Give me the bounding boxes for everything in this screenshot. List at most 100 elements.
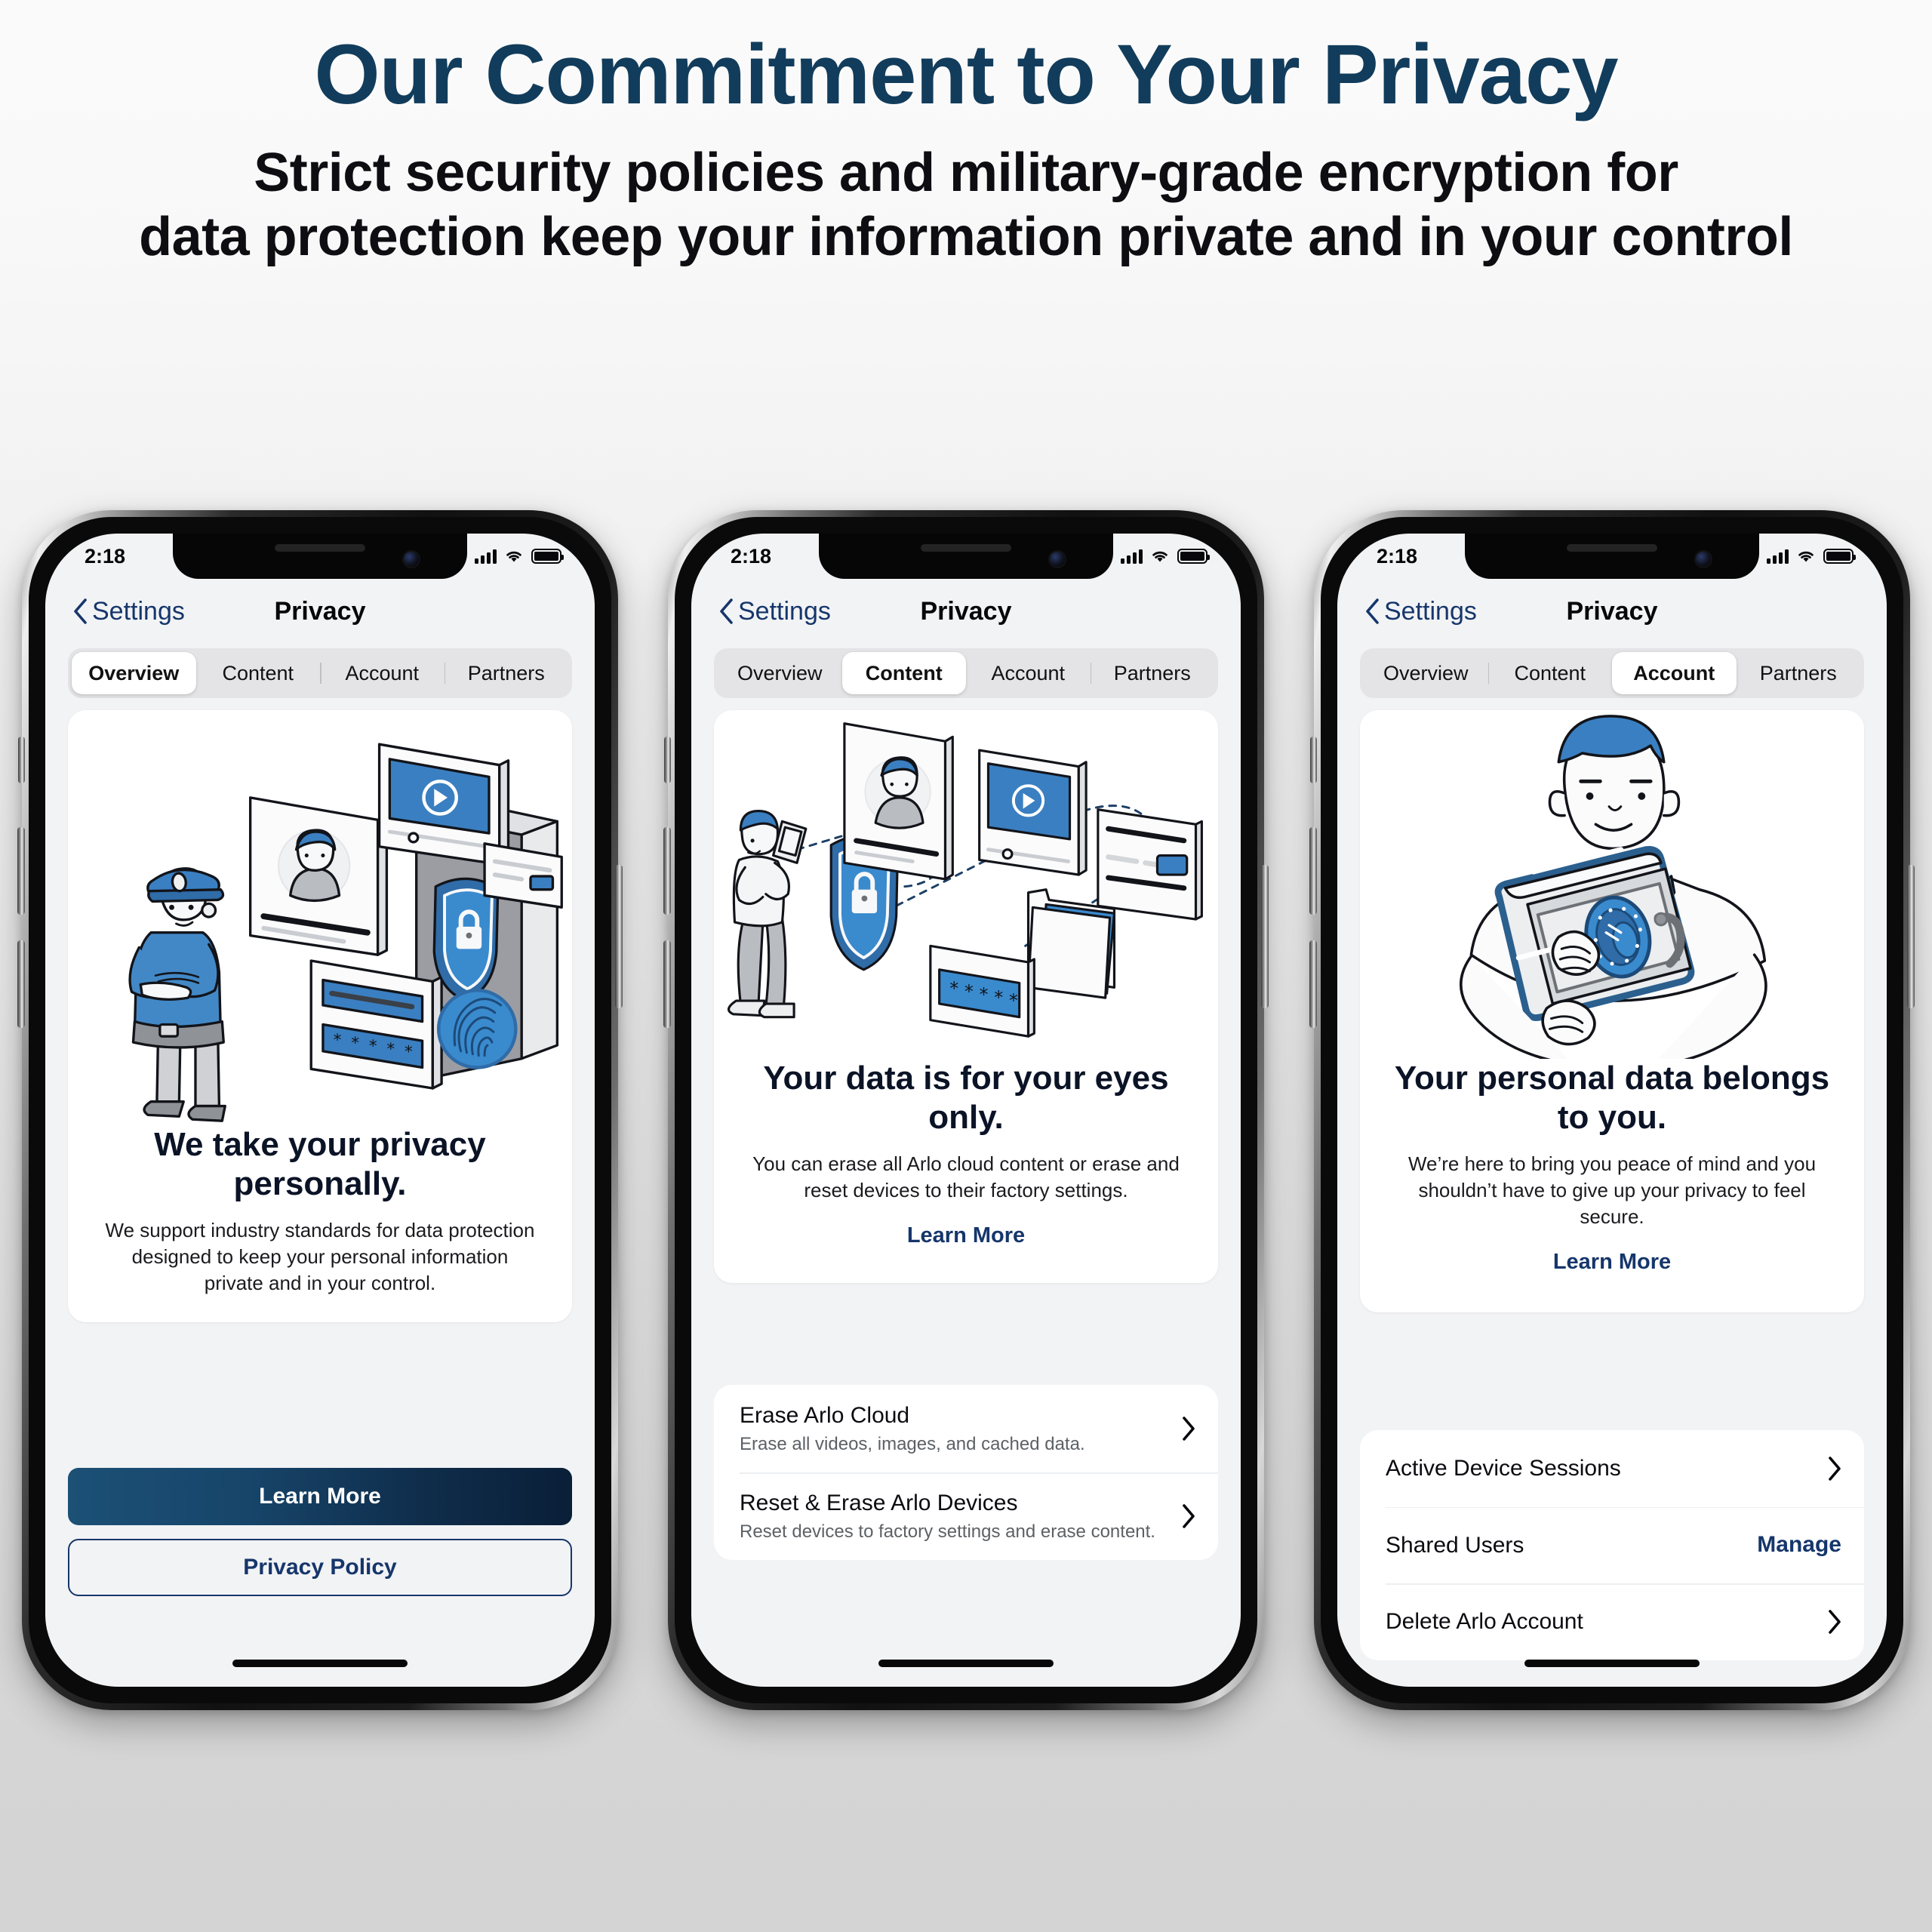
hero-card: * * * * * Your data is for your eyes only. …: [714, 710, 1218, 1283]
tab-content[interactable]: Content: [841, 652, 966, 694]
svg-text:*: *: [405, 1043, 413, 1062]
battery-icon: [1823, 549, 1856, 564]
tab-content[interactable]: Content: [1487, 652, 1613, 694]
hero-heading: Your personal data belongs to you.: [1394, 1059, 1830, 1136]
back-to-settings-button[interactable]: Settings: [72, 597, 185, 626]
hero-body: We support industry standards for data p…: [105, 1218, 535, 1295]
tab-overview[interactable]: Overview: [718, 652, 842, 694]
hero-body: You can erase all Arlo cloud content or …: [752, 1152, 1180, 1201]
volume-down-button[interactable]: [1309, 940, 1317, 1028]
back-label: Settings: [92, 596, 185, 626]
home-indicator[interactable]: [232, 1660, 408, 1667]
list-item-subtitle: Reset devices to factory settings and er…: [740, 1521, 1155, 1542]
list-item-reset-erase-arlo-devices[interactable]: Reset & Erase Arlo Devices Reset devices…: [714, 1472, 1218, 1560]
cellular-signal-icon: [1121, 549, 1143, 564]
person-hugging-safe-illustration: [1460, 715, 1767, 1059]
status-icons: [1767, 549, 1856, 564]
navigation-bar: Settings Privacy: [691, 579, 1241, 644]
volume-down-button[interactable]: [663, 940, 671, 1028]
svg-text:*: *: [386, 1040, 395, 1059]
front-camera-icon: [404, 552, 419, 567]
status-icons: [475, 549, 564, 564]
svg-text:*: *: [351, 1034, 359, 1053]
tab-partners[interactable]: Partners: [1737, 652, 1861, 694]
earpiece-speaker-icon: [1567, 544, 1657, 552]
svg-text:*: *: [949, 978, 958, 999]
learn-more-button[interactable]: Learn More: [68, 1468, 572, 1525]
segmented-control-wrap: Overview Content Account Partners: [714, 648, 1218, 698]
volume-up-button[interactable]: [1309, 827, 1317, 915]
hero-card: * * * * * We take your privacy personall…: [68, 710, 572, 1323]
page-subtitle-line-2: data protection keep your information pr…: [139, 207, 1793, 268]
status-time: 2:18: [85, 544, 126, 568]
chevron-right-icon: [1829, 1456, 1841, 1481]
front-camera-icon: [1696, 552, 1711, 567]
list-item-erase-arlo-cloud[interactable]: Erase Arlo Cloud Erase all videos, image…: [714, 1385, 1218, 1472]
chevron-left-icon: [1366, 598, 1379, 624]
back-to-settings-button[interactable]: Settings: [1364, 597, 1477, 626]
volume-down-button[interactable]: [17, 940, 25, 1028]
front-camera-icon: [1050, 552, 1065, 567]
silence-switch[interactable]: [18, 737, 25, 783]
battery-icon: [531, 549, 564, 564]
volume-up-button[interactable]: [17, 827, 25, 915]
silence-switch[interactable]: [1310, 737, 1317, 783]
phone-mockup-overview: 2:18 Settings Privacy Overview Content A…: [17, 510, 623, 1710]
tab-partners[interactable]: Partners: [1090, 652, 1215, 694]
list-item-title: Active Device Sessions: [1386, 1456, 1621, 1481]
battery-icon: [1177, 549, 1210, 564]
cellular-signal-icon: [475, 549, 497, 564]
svg-text:*: *: [994, 987, 1003, 1008]
status-icons: [1121, 549, 1210, 564]
svg-text:*: *: [369, 1037, 377, 1056]
notch: [1465, 534, 1759, 579]
hero-body: We’re here to bring you peace of mind an…: [1407, 1152, 1817, 1228]
phone-bezel: 2:18 Settings Privacy Overview Content A…: [29, 517, 611, 1703]
privacy-policy-button[interactable]: Privacy Policy: [68, 1539, 572, 1596]
list-item-title: Delete Arlo Account: [1386, 1609, 1583, 1634]
list-item-title: Reset & Erase Arlo Devices: [740, 1491, 1018, 1516]
page-title: Our Commitment to Your Privacy: [314, 27, 1618, 122]
svg-text:*: *: [964, 981, 974, 1002]
segmented-control[interactable]: Overview Content Account Partners: [714, 648, 1218, 698]
chevron-right-icon: [1829, 1609, 1841, 1634]
phone-mockup-row: 2:18 Settings Privacy Overview Content A…: [0, 510, 1932, 1710]
back-label: Settings: [1384, 596, 1477, 626]
hero-card: Your personal data belongs to you. We’re…: [1360, 710, 1864, 1312]
action-buttons: Learn More Privacy Policy: [68, 1468, 572, 1596]
navigation-bar: Settings Privacy: [1337, 579, 1887, 644]
svg-text:*: *: [1009, 990, 1018, 1011]
segmented-control[interactable]: Overview Content Account Partners: [68, 648, 572, 698]
hero-heading: We take your privacy personally.: [154, 1126, 486, 1203]
tab-overview[interactable]: Overview: [72, 652, 196, 694]
list-item-shared-users[interactable]: Shared Users Manage: [1360, 1506, 1864, 1584]
tab-overview[interactable]: Overview: [1364, 652, 1488, 694]
power-button[interactable]: [615, 865, 623, 1008]
tab-account[interactable]: Account: [320, 652, 445, 694]
list-item-active-device-sessions[interactable]: Active Device Sessions: [1360, 1430, 1864, 1507]
wifi-icon: [1796, 549, 1816, 564]
svg-text:*: *: [334, 1031, 342, 1050]
back-to-settings-button[interactable]: Settings: [718, 597, 831, 626]
wifi-icon: [1150, 549, 1170, 564]
chevron-right-icon: [1183, 1504, 1195, 1529]
tab-partners[interactable]: Partners: [444, 652, 569, 694]
learn-more-link[interactable]: Learn More: [1360, 1250, 1864, 1275]
earpiece-speaker-icon: [275, 544, 365, 552]
learn-more-link[interactable]: Learn More: [714, 1223, 1218, 1248]
segmented-control-wrap: Overview Content Account Partners: [68, 648, 572, 698]
home-indicator[interactable]: [878, 1660, 1054, 1667]
tab-account[interactable]: Account: [1612, 652, 1737, 694]
notch: [173, 534, 467, 579]
tab-content[interactable]: Content: [196, 652, 321, 694]
volume-up-button[interactable]: [663, 827, 671, 915]
manage-shared-users-button[interactable]: Manage: [1757, 1532, 1841, 1558]
list-item-delete-arlo-account[interactable]: Delete Arlo Account: [1360, 1583, 1864, 1660]
home-indicator[interactable]: [1524, 1660, 1700, 1667]
account-actions-list: Active Device Sessions Shared Users Mana…: [1360, 1430, 1864, 1660]
power-button[interactable]: [1907, 865, 1915, 1008]
tab-account[interactable]: Account: [966, 652, 1091, 694]
power-button[interactable]: [1261, 865, 1269, 1008]
segmented-control[interactable]: Overview Content Account Partners: [1360, 648, 1864, 698]
silence-switch[interactable]: [664, 737, 671, 783]
